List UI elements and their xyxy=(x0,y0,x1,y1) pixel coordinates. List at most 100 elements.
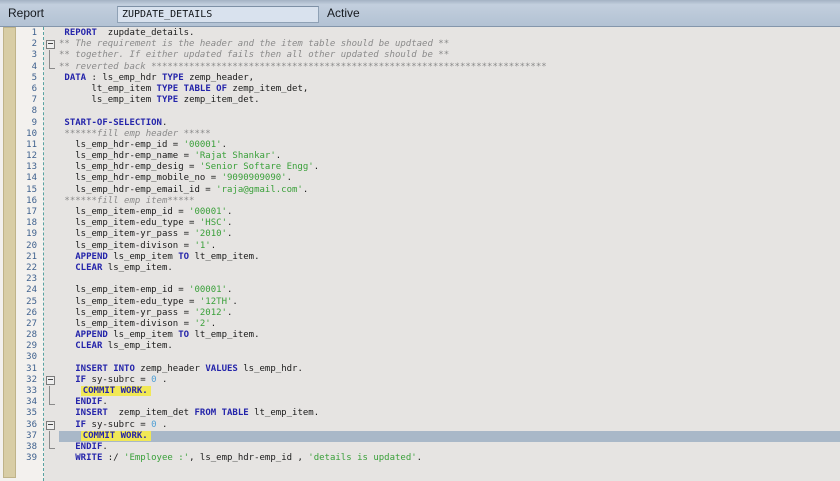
code-line[interactable]: 18 ls_emp_item-edu_type = 'HSC'. xyxy=(0,218,840,229)
fold-guide xyxy=(43,84,59,95)
code-text: ls_emp_item TYPE zemp_item_det. xyxy=(59,95,840,106)
fold-guide xyxy=(43,207,59,218)
code-line[interactable]: 26 ls_emp_item-yr_pass = '2012'. xyxy=(0,308,840,319)
code-line[interactable]: 21 APPEND ls_emp_item TO lt_emp_item. xyxy=(0,252,840,263)
code-line[interactable]: 12 ls_emp_hdr-emp_name = 'Rajat Shankar'… xyxy=(0,151,840,162)
line-number: 38 xyxy=(0,442,43,453)
code-line[interactable]: 25 ls_emp_item-edu_type = '12TH'. xyxy=(0,297,840,308)
code-line[interactable]: 9 START-OF-SELECTION. xyxy=(0,118,840,129)
abap-editor-window: Report Active 1 REPORT zupdate_details.2… xyxy=(0,0,840,481)
code-line[interactable]: 2** The requirement is the header and th… xyxy=(0,39,840,50)
fold-guide xyxy=(43,151,59,162)
code-line[interactable]: 16 ******fill emp item***** xyxy=(0,196,840,207)
code-line[interactable]: 5 DATA : ls_emp_hdr TYPE zemp_header, xyxy=(0,73,840,84)
code-line[interactable]: 19 ls_emp_item-yr_pass = '2010'. xyxy=(0,229,840,240)
fold-guide xyxy=(43,453,59,464)
code-line[interactable]: 27 ls_emp_item-divison = '2'. xyxy=(0,319,840,330)
code-line[interactable]: 6 lt_emp_item TYPE TABLE OF zemp_item_de… xyxy=(0,84,840,95)
line-number: 21 xyxy=(0,252,43,263)
code-line[interactable]: 22 CLEAR ls_emp_item. xyxy=(0,263,840,274)
code-line[interactable]: 7 ls_emp_item TYPE zemp_item_det. xyxy=(0,95,840,106)
code-line[interactable]: 31 INSERT INTO zemp_header VALUES ls_emp… xyxy=(0,364,840,375)
code-text: COMMIT WORK. xyxy=(59,431,840,442)
code-line[interactable]: 3 ** together. If either updated fails th… xyxy=(0,50,840,61)
code-line[interactable]: 23 xyxy=(0,274,840,285)
code-text: START-OF-SELECTION. xyxy=(59,118,840,129)
fold-guide xyxy=(43,263,59,274)
code-line[interactable]: 13 ls_emp_hdr-emp_desig = 'Senior Softar… xyxy=(0,162,840,173)
fold-collapse-icon[interactable] xyxy=(43,39,59,50)
line-number: 7 xyxy=(0,95,43,106)
code-line[interactable]: 39 WRITE :/ 'Employee :', ls_emp_hdr-emp… xyxy=(0,453,840,464)
fold-guide xyxy=(43,218,59,229)
code-line[interactable]: 32 IF sy-subrc = 0 . xyxy=(0,375,840,386)
code-line[interactable]: 1 REPORT zupdate_details. xyxy=(0,28,840,39)
code-text xyxy=(59,352,840,363)
code-line[interactable]: 4** reverted back **********************… xyxy=(0,62,840,73)
line-number: 25 xyxy=(0,297,43,308)
code-line[interactable]: 20 ls_emp_item-divison = '1'. xyxy=(0,241,840,252)
code-line[interactable]: 30 xyxy=(0,352,840,363)
fold-guide xyxy=(43,196,59,207)
fold-guide xyxy=(43,364,59,375)
code-text: ls_emp_item-emp_id = '00001'. xyxy=(59,207,840,218)
line-number: 36 xyxy=(0,420,43,431)
code-text xyxy=(59,106,840,117)
code-editor[interactable]: 1 REPORT zupdate_details.2** The require… xyxy=(0,27,840,481)
code-line[interactable]: 38 ENDIF. xyxy=(0,442,840,453)
code-text: ls_emp_item-yr_pass = '2010'. xyxy=(59,229,840,240)
line-number: 34 xyxy=(0,397,43,408)
code-text: COMMIT WORK. xyxy=(59,386,840,397)
line-number: 3 xyxy=(0,50,43,61)
line-number: 18 xyxy=(0,218,43,229)
code-line[interactable]: 34 ENDIF. xyxy=(0,397,840,408)
code-line-selected[interactable]: 37 COMMIT WORK. xyxy=(0,431,840,442)
code-line[interactable]: 15 ls_emp_hdr-emp_email_id = 'raja@gmail… xyxy=(0,185,840,196)
fold-guide xyxy=(43,285,59,296)
code-text: ls_emp_hdr-emp_email_id = 'raja@gmail.co… xyxy=(59,185,840,196)
code-line[interactable]: 24 ls_emp_item-emp_id = '00001'. xyxy=(0,285,840,296)
code-line[interactable]: 8 xyxy=(0,106,840,117)
fold-collapse-icon[interactable] xyxy=(43,420,59,431)
fold-guide xyxy=(43,241,59,252)
code-line[interactable]: 14 ls_emp_hdr-emp_mobile_no = '909090909… xyxy=(0,173,840,184)
fold-guide xyxy=(43,62,59,73)
code-text: ls_emp_item-yr_pass = '2012'. xyxy=(59,308,840,319)
line-number: 2 xyxy=(0,39,43,50)
fold-guide xyxy=(43,106,59,117)
fold-guide xyxy=(43,408,59,419)
code-line[interactable]: 29 CLEAR ls_emp_item. xyxy=(0,341,840,352)
fold-guide xyxy=(43,330,59,341)
code-text: APPEND ls_emp_item TO lt_emp_item. xyxy=(59,252,840,263)
status-active-label: Active xyxy=(327,0,360,26)
line-number: 10 xyxy=(0,129,43,140)
code-line[interactable]: 36 IF sy-subrc = 0 . xyxy=(0,420,840,431)
code-text xyxy=(59,274,840,285)
line-number: 6 xyxy=(0,84,43,95)
fold-guide xyxy=(43,297,59,308)
code-line[interactable]: 11 ls_emp_hdr-emp_id = '00001'. xyxy=(0,140,840,151)
fold-guide xyxy=(43,274,59,285)
line-number: 29 xyxy=(0,341,43,352)
report-name-field[interactable] xyxy=(117,6,319,23)
fold-guide xyxy=(43,229,59,240)
line-number: 14 xyxy=(0,173,43,184)
code-text: ls_emp_item-emp_id = '00001'. xyxy=(59,285,840,296)
code-line[interactable]: 17 ls_emp_item-emp_id = '00001'. xyxy=(0,207,840,218)
code-line[interactable]: 35 INSERT zemp_item_det FROM TABLE lt_em… xyxy=(0,408,840,419)
code-text: WRITE :/ 'Employee :', ls_emp_hdr-emp_id… xyxy=(59,453,840,464)
code-line[interactable]: 28 APPEND ls_emp_item TO lt_emp_item. xyxy=(0,330,840,341)
line-number: 27 xyxy=(0,319,43,330)
line-number: 11 xyxy=(0,140,43,151)
fold-collapse-icon[interactable] xyxy=(43,375,59,386)
code-text: IF sy-subrc = 0 . xyxy=(59,375,840,386)
code-text: ** together. If either updated fails the… xyxy=(59,50,840,61)
code-line[interactable]: 10 ******fill emp header ***** xyxy=(0,129,840,140)
code-line[interactable]: 33 COMMIT WORK. xyxy=(0,386,840,397)
fold-guide xyxy=(43,73,59,84)
code-text: ls_emp_item-divison = '1'. xyxy=(59,241,840,252)
line-number: 39 xyxy=(0,453,43,464)
code-text: ls_emp_item-edu_type = 'HSC'. xyxy=(59,218,840,229)
code-text: CLEAR ls_emp_item. xyxy=(59,263,840,274)
line-number: 1 xyxy=(0,28,43,39)
